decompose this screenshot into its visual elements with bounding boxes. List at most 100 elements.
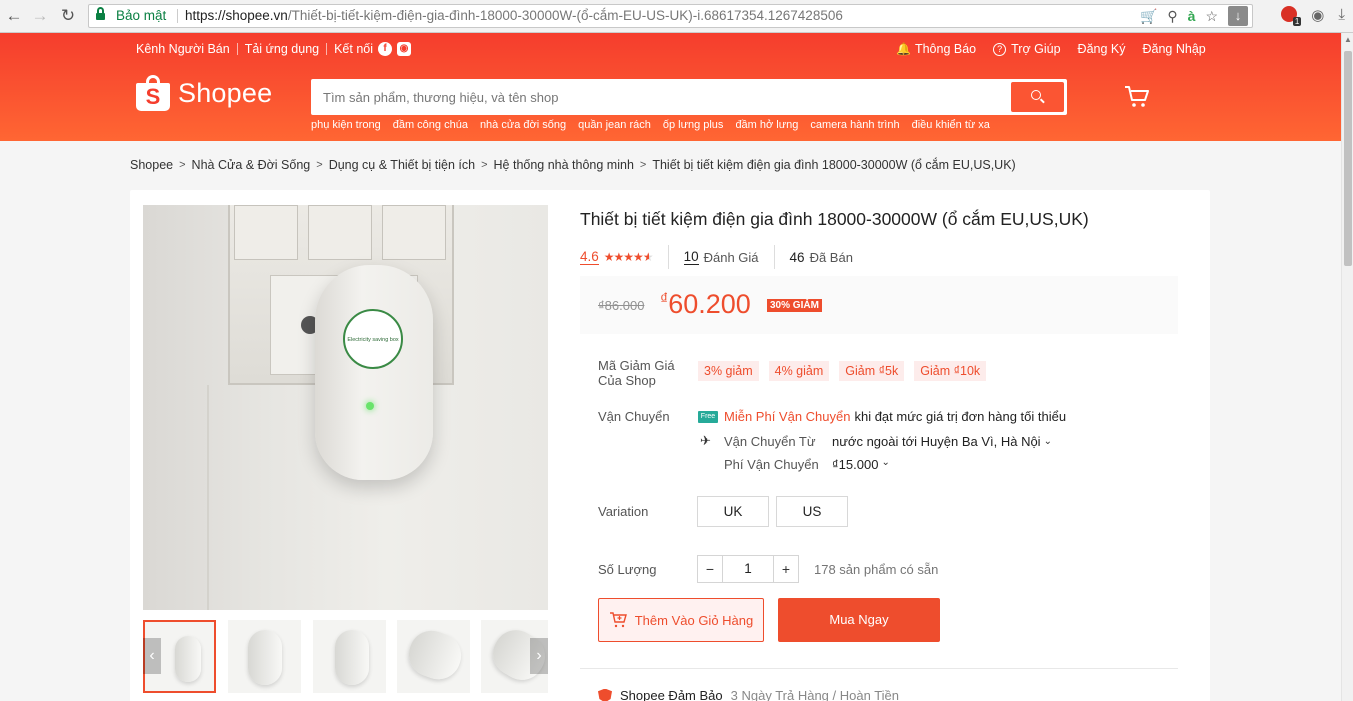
thumbnail-prev-icon[interactable]: ‹ [143,638,161,674]
breadcrumb-item[interactable]: Nhà Cửa & Đời Sống [192,158,311,172]
login-link[interactable]: Đăng Nhập [1143,42,1206,56]
buy-now-button[interactable]: Mua Ngay [778,598,940,642]
quantity-input[interactable]: 1 [723,555,773,583]
lock-icon [96,7,105,21]
facebook-icon[interactable]: f [378,42,393,56]
reload-icon[interactable]: ↻ [58,6,78,26]
shield-icon [598,688,612,701]
address-bar[interactable]: Bảo mật https://shopee.vn/Thiết-bị-tiết-… [88,4,1253,28]
product-main-image[interactable]: Electricity saving box [143,205,548,610]
bookmark-star-icon[interactable]: ☆ [1205,5,1218,27]
quantity-stepper: − 1 + [697,555,799,583]
increase-quantity-button[interactable]: + [773,555,799,583]
add-to-cart-button[interactable]: Thêm Vào Giỏ Hàng [598,598,764,642]
chevron-right-icon: > [481,159,488,171]
free-shipping-link[interactable]: Miễn Phí Vận Chuyển [724,409,850,424]
variation-option-uk[interactable]: UK [697,496,769,527]
search-input[interactable] [311,79,1011,115]
url-text[interactable]: https://shopee.vn/Thiết-bị-tiết-kiệm-điệ… [185,5,843,27]
register-label: Đăng Ký [1077,42,1126,56]
download-extension-icon[interactable]: ↓ [1228,6,1248,26]
help-label: Trợ Giúp [1011,42,1061,56]
voucher-tag[interactable]: Giảm ₫10k [914,361,987,381]
product-panel: Electricity saving box ‹ › Thiết bị tiết… [130,190,1210,701]
search-keyword-link[interactable]: nhà cửa đời sống [480,119,566,131]
instagram-icon[interactable]: ◉ [397,42,412,56]
seller-channel-link[interactable]: Kênh Người Bán [136,42,230,56]
search-keyword-link[interactable]: phụ kiện trong [311,119,381,131]
device-label: Electricity saving box [343,309,403,369]
airplane-icon: ✈ [700,433,711,448]
back-arrow-icon[interactable]: ← [4,6,24,26]
voucher-tag[interactable]: 4% giảm [768,361,830,381]
chevron-right-icon: > [639,159,647,171]
search-keyword-link[interactable]: quần jean rách [578,119,651,131]
guarantee-note: 3 Ngày Trả Hàng / Hoàn Tiền [730,688,899,701]
free-shipping-truck-icon: Free [698,410,718,423]
search-keyword-link[interactable]: đầm hở lưng [735,119,798,131]
free-shipping-row: Free Miễn Phí Vận Chuyển khi đạt mức giá… [698,409,1066,424]
extension-badge-icon[interactable] [1281,6,1302,26]
zoom-icon[interactable]: ⚲ [1167,5,1177,27]
scroll-up-icon[interactable]: ▲ [1344,35,1352,44]
ship-fee-value[interactable]: ₫15.000 [832,457,878,472]
energy-saver-device: Electricity saving box [315,265,433,480]
notifications-link[interactable]: 🔔 Thông Báo [896,42,976,56]
chevron-down-icon[interactable]: ⌄ [881,457,889,472]
scrollbar-thumb[interactable] [1344,51,1352,266]
reviews-label: Đánh Giá [703,249,759,265]
decrease-quantity-button[interactable]: − [697,555,723,583]
site-header: Kênh Người Bán Tải ứng dụng Kết nối f ◉ … [0,33,1341,141]
rating-row: 4.6 ★★★★★ 10 Đánh Giá 46 Đã Bán [580,245,853,269]
discount-badge: 30% GIẢM [767,299,822,312]
ship-from-value[interactable]: nước ngoài tới Huyện Ba Vì, Hà Nội [832,434,1041,449]
search-keywords: phụ kiện trong đầm công chúa nhà cửa đời s… [311,119,990,131]
variation-option-us[interactable]: US [776,496,848,527]
login-label: Đăng Nhập [1142,42,1206,56]
register-link[interactable]: Đăng Ký [1078,42,1126,56]
cart-icon[interactable] [1124,85,1150,109]
reviews-count[interactable]: 10 [683,249,699,265]
breadcrumb-item[interactable]: Shopee [130,158,173,172]
help-link[interactable]: ? Trợ Giúp [993,42,1061,56]
stock-available: 178 sản phẩm có sẵn [814,562,939,577]
sold-count: 46 [789,249,805,265]
device-led [366,402,374,410]
shopee-guarantee-row[interactable]: Shopee Đảm Bảo 3 Ngày Trả Hàng / Hoàn Ti… [598,688,899,701]
breadcrumb: Shopee > Nhà Cửa & Đời Sống > Dụng cụ & Thiế… [130,158,1016,172]
thumbnail-next-icon[interactable]: › [530,638,548,674]
voucher-tag[interactable]: Giảm ₫5k [839,361,905,381]
url-host: https://shopee.vn [185,8,288,23]
forward-arrow-icon[interactable]: → [30,6,50,26]
page-scrollbar[interactable]: ▲ [1341,33,1353,701]
connect-label: Kết nối [334,42,374,56]
divider [580,668,1178,669]
search-keyword-link[interactable]: camera hành trình [810,119,899,131]
camera-icon[interactable]: ◉ [1311,6,1324,24]
translate-icon[interactable]: à [1188,5,1196,27]
search-keyword-link[interactable]: điều khiển từ xa [912,119,990,131]
breadcrumb-item[interactable]: Dụng cụ & Thiết bị tiện ích [329,158,475,172]
secure-label: Bảo mật [116,8,167,23]
download-app-link[interactable]: Tải ứng dụng [245,42,319,56]
shopping-cart-extension-icon[interactable]: 🛒 [1140,5,1157,27]
topbar-right: 🔔 Thông Báo ? Trợ Giúp Đăng Ký Đăng Nhập [896,42,1223,56]
variation-label: Variation [598,504,649,519]
search-keyword-link[interactable]: ốp lưng plus [663,119,724,131]
thumbnail[interactable] [397,620,470,693]
search-button[interactable] [1011,82,1064,112]
breadcrumb-item[interactable]: Hệ thống nhà thông minh [494,158,634,172]
free-shipping-note: khi đạt mức giá trị đơn hàng tối thiểu [854,409,1067,424]
voucher-list: 3% giảm 4% giảm Giảm ₫5k Giảm ₫10k [698,361,987,381]
chevron-down-icon[interactable]: ⌄ [1044,436,1052,447]
thumbnail[interactable] [313,620,386,693]
voucher-tag[interactable]: 3% giảm [698,361,759,381]
download-icon[interactable]: ⤓ [1338,6,1345,24]
shopee-logo[interactable]: S Shopee [136,75,272,111]
search-keyword-link[interactable]: đầm công chúa [393,119,468,131]
url-path: /Thiết-bị-tiết-kiệm-điện-gia-đình-18000-… [287,8,843,23]
rating-value[interactable]: 4.6 [580,249,599,265]
add-to-cart-label: Thêm Vào Giỏ Hàng [634,612,754,628]
voucher-label: Mã Giảm Giá Của Shop [598,358,675,388]
thumbnail[interactable] [228,620,301,693]
